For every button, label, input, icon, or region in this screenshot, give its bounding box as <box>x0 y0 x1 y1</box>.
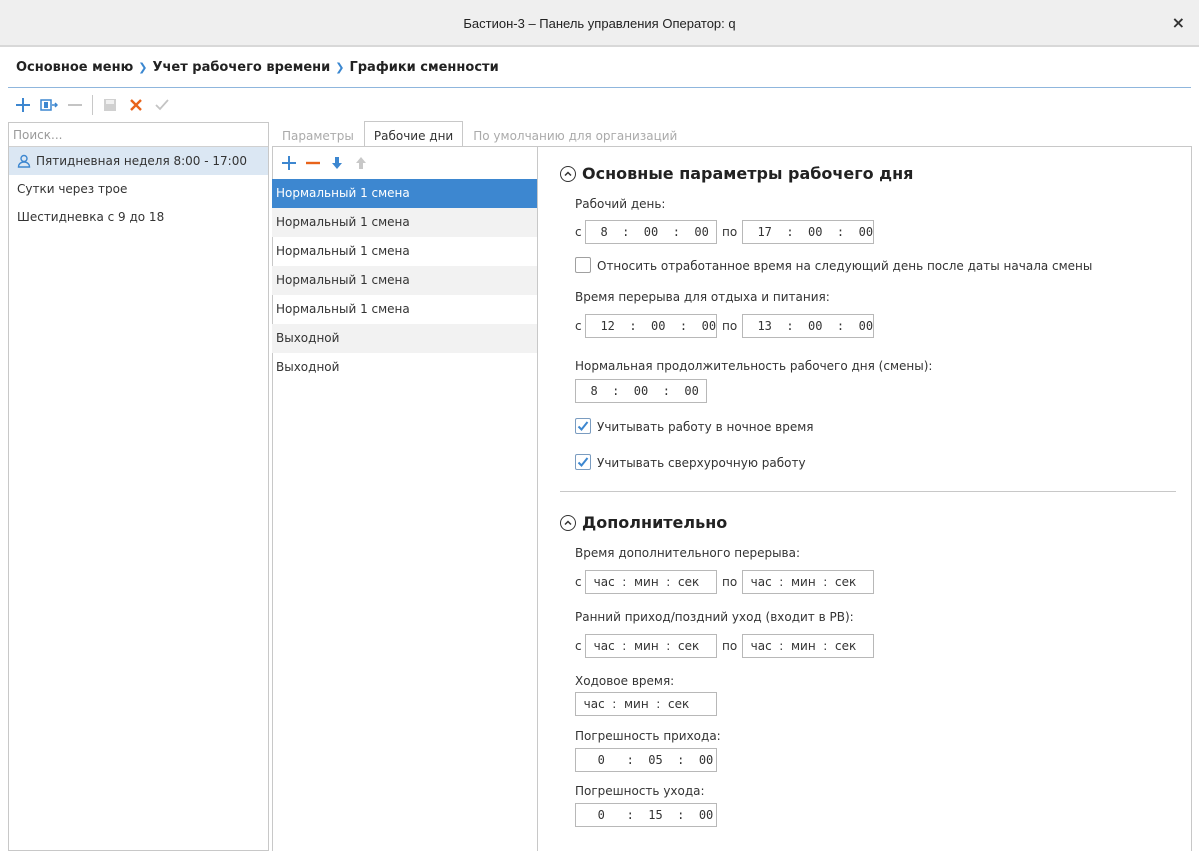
workday-from-input[interactable]: 8 : 00 : 00 <box>585 220 717 244</box>
check-icon <box>577 421 589 431</box>
arrival-tolerance-label: Погрешность прихода: <box>575 729 721 743</box>
schedule-item-label: Шестидневка с 9 до 18 <box>17 210 165 224</box>
tab-org-defaults[interactable]: По умолчанию для организаций <box>463 121 687 147</box>
day-row[interactable]: Нормальный 1 смена <box>272 266 537 295</box>
work-days-panel: Нормальный 1 смена Нормальный 1 смена Но… <box>272 147 538 851</box>
early-late-to-input[interactable]: час : мин : сек <box>742 634 874 658</box>
breadcrumb-item-time-tracking[interactable]: Учет рабочего времени <box>152 60 330 75</box>
plus-icon[interactable] <box>278 152 300 174</box>
overtime-checkbox[interactable] <box>575 454 591 470</box>
carry-over-checkbox[interactable] <box>575 257 591 273</box>
schedule-item-label: Пятидневная неделя 8:00 - 17:00 <box>36 154 247 168</box>
to-label: по <box>722 225 738 239</box>
night-work-label: Учитывать работу в ночное время <box>597 420 814 434</box>
day-row[interactable]: Нормальный 1 смена <box>272 179 537 208</box>
carry-over-label: Относить отработанное время на следующий… <box>597 259 1093 273</box>
tab-parameters[interactable]: Параметры <box>272 121 364 147</box>
from-label: с <box>575 639 582 653</box>
toolbar-separator <box>92 95 93 115</box>
arrow-down-icon[interactable] <box>326 152 348 174</box>
from-label: с <box>575 319 582 333</box>
section-title: Дополнительно <box>582 513 728 532</box>
window-title: Бастион-3 – Панель управления Оператор: … <box>463 16 736 31</box>
day-row[interactable]: Нормальный 1 смена <box>272 208 537 237</box>
breadcrumb: Основное меню ❯ Учет рабочего времени ❯ … <box>16 60 499 75</box>
main-toolbar <box>12 94 177 116</box>
minus-icon[interactable] <box>302 152 324 174</box>
from-label: с <box>575 225 582 239</box>
check-icon[interactable] <box>151 94 173 116</box>
duration-input[interactable]: 8 : 00 : 00 <box>575 379 707 403</box>
arrow-up-icon[interactable] <box>350 152 372 174</box>
schedule-item-six-day[interactable]: Шестидневка с 9 до 18 <box>9 203 268 231</box>
to-label: по <box>722 319 738 333</box>
tab-bar: Параметры Рабочие дни По умолчанию для о… <box>272 121 687 147</box>
day-row[interactable]: Нормальный 1 смена <box>272 295 537 324</box>
workday-label: Рабочий день: <box>575 197 666 211</box>
arrival-tolerance-input[interactable]: 0 : 05 : 00 <box>575 748 717 772</box>
chevron-right-icon: ❯ <box>335 61 345 74</box>
save-icon[interactable] <box>99 94 121 116</box>
breadcrumb-item-main-menu[interactable]: Основное меню <box>16 60 133 75</box>
tab-work-days[interactable]: Рабочие дни <box>363 121 464 147</box>
overtime-label: Учитывать сверхурочную работу <box>597 456 806 470</box>
section-additional[interactable]: Дополнительно <box>560 513 727 532</box>
window-titlebar: Бастион-3 – Панель управления Оператор: … <box>0 0 1199 47</box>
departure-tolerance-label: Погрешность ухода: <box>575 784 705 798</box>
extra-break-to-input[interactable]: час : мин : сек <box>742 570 874 594</box>
extra-break-label: Время дополнительного перерыва: <box>575 546 801 560</box>
day-row[interactable]: Выходной <box>272 353 537 382</box>
section-main-params[interactable]: Основные параметры рабочего дня <box>560 164 913 183</box>
workday-to-input[interactable]: 17 : 00 : 00 <box>742 220 874 244</box>
collapse-chevron-icon[interactable] <box>560 165 576 182</box>
break-to-input[interactable]: 13 : 00 : 00 <box>742 314 874 338</box>
early-late-label: Ранний приход/поздний уход (входит в РВ)… <box>575 610 854 624</box>
days-toolbar <box>272 147 537 179</box>
breadcrumb-item-shift-schedules: Графики сменности <box>349 60 499 75</box>
break-from-input[interactable]: 12 : 00 : 00 <box>585 314 717 338</box>
schedule-list-panel: Поиск... Пятидневная неделя 8:00 - 17:00… <box>8 122 269 851</box>
break-label: Время перерыва для отдыха и питания: <box>575 290 830 304</box>
schedule-item-five-day[interactable]: Пятидневная неделя 8:00 - 17:00 <box>9 147 268 175</box>
travel-time-input[interactable]: час : мин : сек <box>575 692 717 716</box>
night-work-checkbox[interactable] <box>575 418 591 434</box>
to-label: по <box>722 639 738 653</box>
to-label: по <box>722 575 738 589</box>
chevron-right-icon: ❯ <box>138 61 148 74</box>
section-divider <box>560 491 1176 492</box>
schedule-item-label: Сутки через трое <box>17 182 128 196</box>
schedule-item-one-in-three[interactable]: Сутки через трое <box>9 175 268 203</box>
day-row[interactable]: Нормальный 1 смена <box>272 237 537 266</box>
cancel-icon[interactable] <box>125 94 147 116</box>
travel-time-label: Ходовое время: <box>575 674 675 688</box>
from-label: с <box>575 575 582 589</box>
close-icon[interactable]: × <box>1172 13 1185 32</box>
duration-label: Нормальная продолжительность рабочего дн… <box>575 359 933 373</box>
departure-tolerance-input[interactable]: 0 : 15 : 00 <box>575 803 717 827</box>
breadcrumb-divider <box>8 87 1191 88</box>
extra-break-from-input[interactable]: час : мин : сек <box>585 570 717 594</box>
search-input[interactable]: Поиск... <box>9 123 268 147</box>
minus-icon[interactable] <box>64 94 86 116</box>
day-row[interactable]: Выходной <box>272 324 537 353</box>
early-late-from-input[interactable]: час : мин : сек <box>585 634 717 658</box>
plus-icon[interactable] <box>12 94 34 116</box>
section-title: Основные параметры рабочего дня <box>582 164 914 183</box>
collapse-chevron-icon[interactable] <box>560 514 576 531</box>
copy-icon[interactable] <box>38 94 60 116</box>
check-icon <box>577 457 589 467</box>
user-icon <box>17 154 31 168</box>
